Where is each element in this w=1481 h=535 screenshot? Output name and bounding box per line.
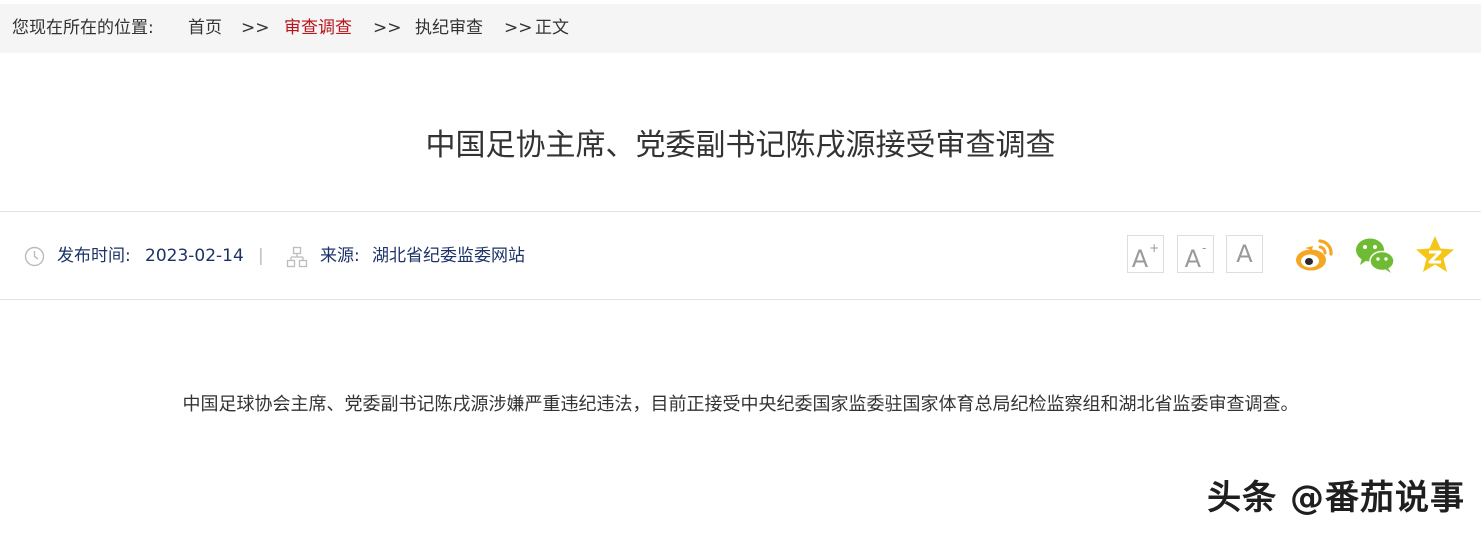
qzone-icon xyxy=(1416,236,1454,272)
breadcrumb-separator: >> xyxy=(241,18,270,38)
divider xyxy=(0,211,1481,212)
wechat-icon xyxy=(1356,238,1395,273)
breadcrumb: 您现在所在的位置: 首页 >> 审查调查 >> 执纪审查 >> 正文 xyxy=(0,4,1481,53)
page-title: 中国足协主席、党委副书记陈戌源接受审查调查 xyxy=(425,128,1056,163)
watermark: 头条 @番茄说事 xyxy=(1207,478,1465,518)
font-increase-mark: + xyxy=(1149,241,1160,255)
wechat-share-button[interactable] xyxy=(1354,234,1396,276)
source-name: 湖北省纪委监委网站 xyxy=(372,246,525,266)
font-increase-letter: A xyxy=(1131,245,1149,273)
breadcrumb-current: 正文 xyxy=(535,18,569,38)
font-decrease-letter: A xyxy=(1184,245,1202,273)
font-default-letter: A xyxy=(1236,240,1253,268)
weibo-share-button[interactable] xyxy=(1293,234,1335,276)
breadcrumb-separator: >> xyxy=(504,18,533,38)
breadcrumb-home-link[interactable]: 首页 xyxy=(188,4,222,53)
breadcrumb-prefix: 您现在所在的位置: xyxy=(12,18,154,38)
source-label: 来源: xyxy=(320,246,360,266)
sitemap-icon xyxy=(286,246,308,268)
font-decrease-button[interactable]: A- xyxy=(1177,235,1214,273)
qzone-share-button[interactable] xyxy=(1414,234,1456,276)
breadcrumb-subsection-link[interactable]: 执纪审查 xyxy=(415,4,483,53)
breadcrumb-separator: >> xyxy=(373,18,402,38)
breadcrumb-section-link[interactable]: 审查调查 xyxy=(284,4,352,53)
publish-date: 2023-02-14 xyxy=(145,246,244,266)
font-decrease-mark: - xyxy=(1202,241,1207,255)
font-default-button[interactable]: A xyxy=(1226,235,1263,273)
publish-label: 发布时间: xyxy=(57,246,131,266)
article-body: 中国足球协会主席、党委副书记陈戌源涉嫌严重违纪违法，目前正接受中央纪委国家监委驻… xyxy=(182,394,1299,415)
meta-divider: | xyxy=(258,246,264,266)
font-increase-button[interactable]: A+ xyxy=(1127,235,1164,273)
divider xyxy=(0,299,1481,300)
weibo-icon xyxy=(1296,239,1333,271)
